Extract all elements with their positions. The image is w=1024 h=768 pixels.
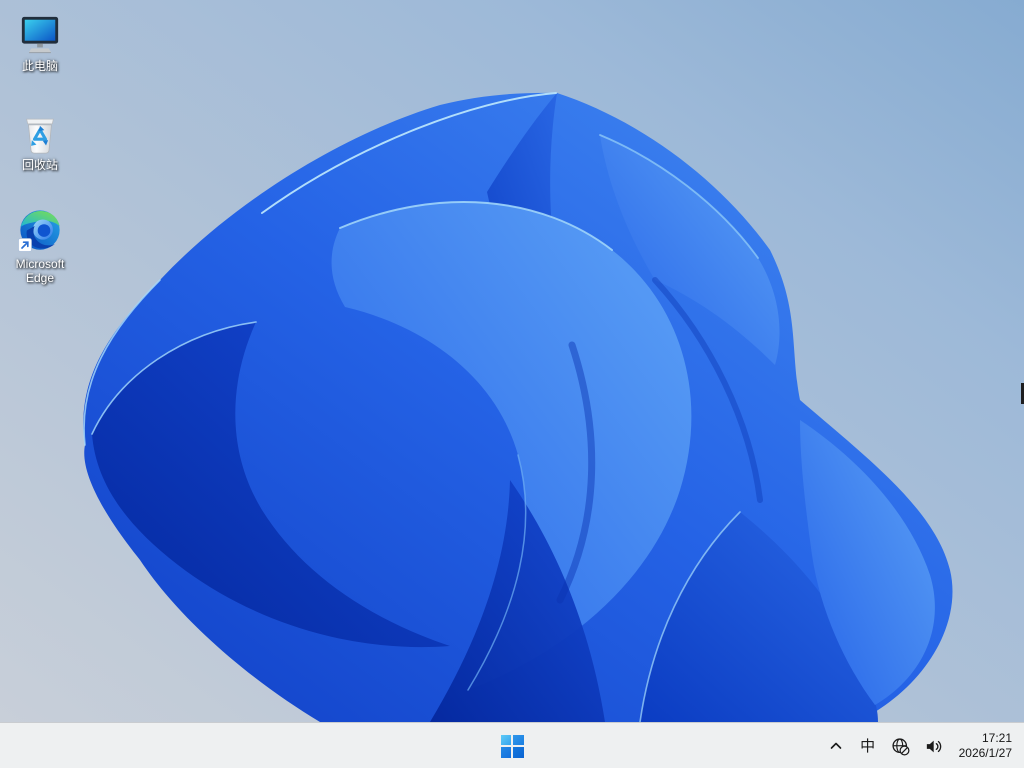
this-pc-icon bbox=[21, 16, 59, 54]
ime-indicator-button[interactable]: 中 bbox=[853, 729, 883, 763]
desktop-icon-this-pc[interactable]: 此电脑 bbox=[2, 6, 78, 103]
desktop-icon-label: 此电脑 bbox=[21, 59, 58, 73]
taskbar: 中 17:21 2026/1/27 bbox=[0, 722, 1024, 768]
ime-mode-label: 中 bbox=[860, 737, 876, 755]
wallpaper bbox=[0, 0, 1024, 722]
volume-button[interactable] bbox=[918, 729, 949, 763]
desktop-icon-microsoft-edge[interactable]: Microsoft Edge bbox=[2, 200, 78, 297]
shortcut-arrow-icon bbox=[18, 238, 32, 252]
clock-date: 2026/1/27 bbox=[958, 746, 1012, 760]
desktop-icon-grid: 此电脑 回收站 Microsoft Edge bbox=[2, 6, 78, 297]
start-button[interactable] bbox=[492, 726, 532, 766]
desktop-icon-label: 回收站 bbox=[21, 158, 58, 172]
desktop-screen: 此电脑 回收站 Microsoft Edge 中 17:21 2026/1/27 bbox=[0, 0, 1024, 768]
clock-time: 17:21 bbox=[981, 731, 1012, 745]
chevron-up-icon bbox=[830, 742, 841, 749]
recycle-bin-icon bbox=[26, 118, 54, 154]
system-tray: 中 17:21 2026/1/27 bbox=[821, 723, 1020, 768]
desktop-icon-label: Microsoft Edge bbox=[15, 257, 65, 285]
windows-logo-icon bbox=[500, 734, 524, 758]
hidden-icons-button[interactable] bbox=[821, 729, 851, 763]
taskbar-clock[interactable]: 17:21 2026/1/27 bbox=[951, 727, 1020, 765]
network-button[interactable] bbox=[885, 729, 916, 763]
speaker-icon bbox=[926, 740, 941, 752]
globe-no-internet-icon bbox=[892, 737, 910, 755]
desktop-icon-recycle-bin[interactable]: 回收站 bbox=[2, 103, 78, 200]
bloom-wallpaper-graphic bbox=[0, 0, 1024, 722]
